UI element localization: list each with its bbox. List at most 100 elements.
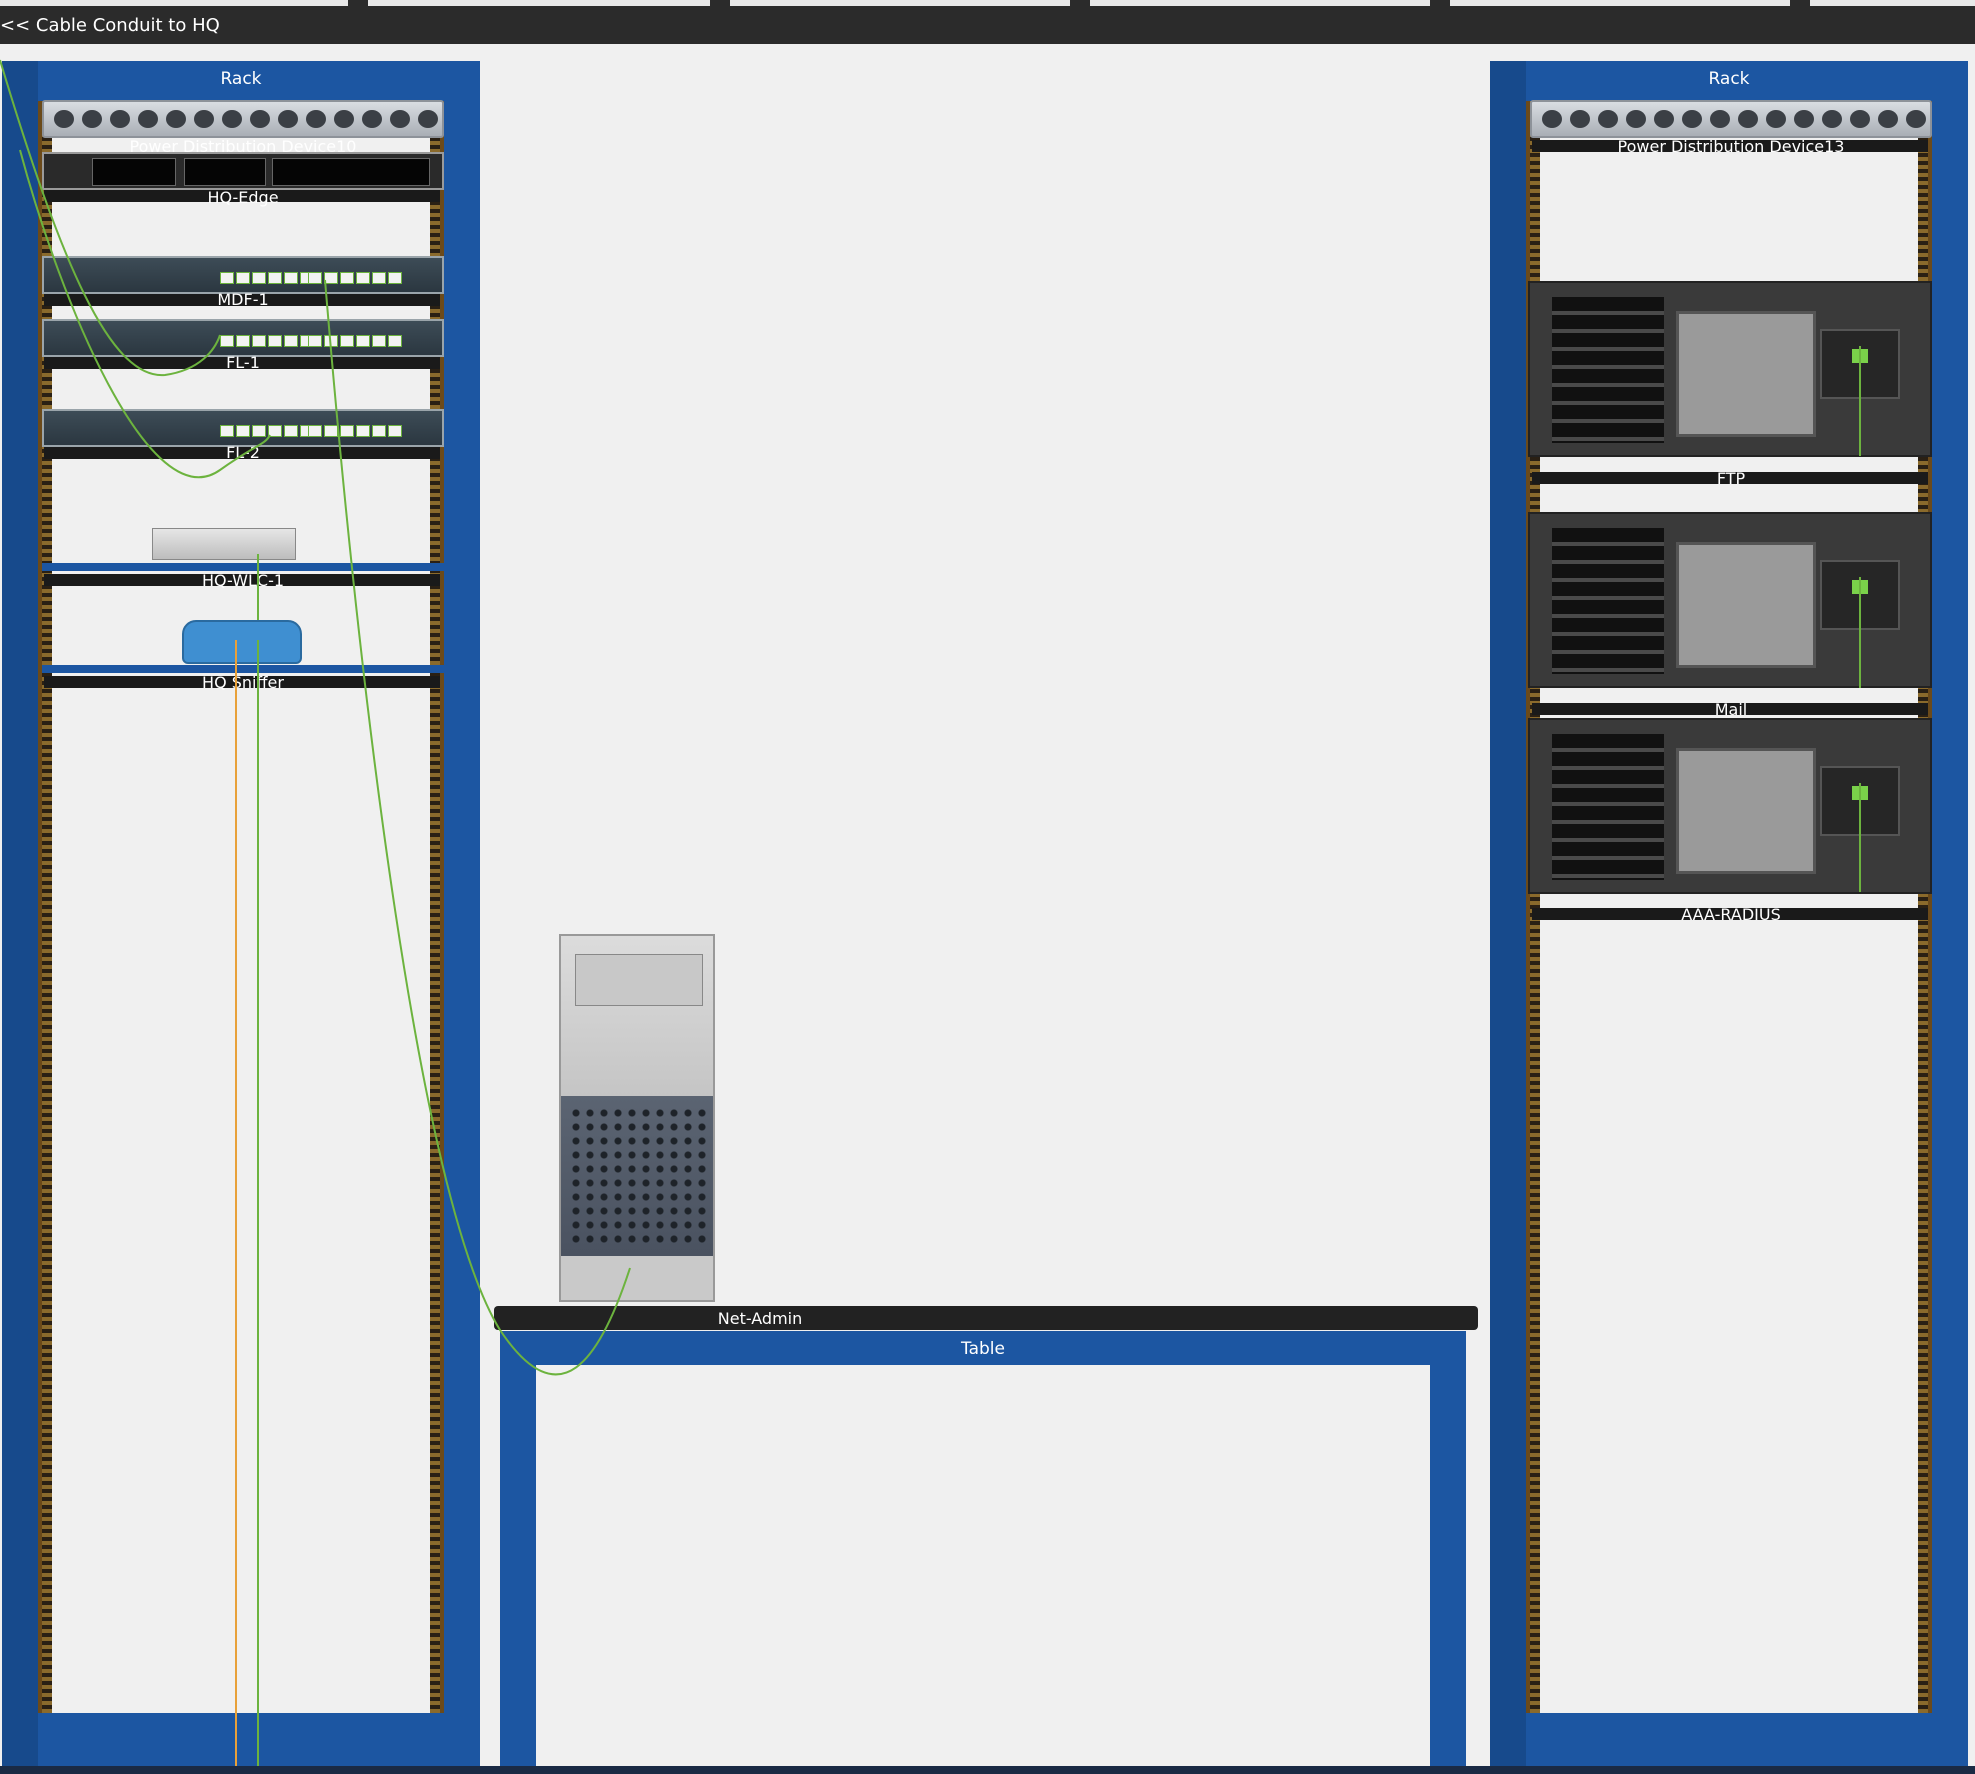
port-icon[interactable] bbox=[388, 425, 402, 437]
nic-port-icon[interactable] bbox=[1852, 349, 1868, 363]
toolbar-tab[interactable] bbox=[730, 0, 1070, 6]
port-icon[interactable] bbox=[284, 335, 298, 347]
port-icon[interactable] bbox=[236, 425, 250, 437]
router-slot bbox=[92, 158, 176, 186]
top-toolbar: << Cable Conduit to HQ bbox=[0, 0, 1975, 44]
port-icon[interactable] bbox=[308, 335, 322, 347]
hq-wlc-1-controller[interactable] bbox=[152, 528, 296, 560]
rack-shelf-bar bbox=[42, 563, 444, 571]
left-rack[interactable]: Rack bbox=[2, 61, 480, 1766]
port-icon[interactable] bbox=[220, 335, 234, 347]
port-icon[interactable] bbox=[308, 272, 322, 284]
mdf-1-switch[interactable] bbox=[42, 256, 444, 294]
port-icon[interactable] bbox=[340, 425, 354, 437]
toolbar-tab[interactable] bbox=[0, 0, 348, 6]
toolbar-tab[interactable] bbox=[368, 0, 710, 6]
port-icon[interactable] bbox=[372, 272, 386, 284]
net-admin-pc[interactable] bbox=[559, 934, 715, 1302]
port-icon[interactable] bbox=[308, 425, 322, 437]
outlet-icon bbox=[222, 110, 242, 128]
rack-title: Rack bbox=[1708, 69, 1750, 89]
pdu-device-13[interactable] bbox=[1530, 100, 1932, 138]
outlet-icon bbox=[110, 110, 130, 128]
rack-shelf-bar bbox=[42, 665, 444, 673]
outlet-icon bbox=[1654, 110, 1674, 128]
table-surface bbox=[536, 1365, 1430, 1766]
port-icon[interactable] bbox=[356, 335, 370, 347]
pdu-device-10[interactable] bbox=[42, 100, 444, 138]
outlet-icon bbox=[418, 110, 438, 128]
rack-title: Rack bbox=[220, 69, 262, 89]
outlet-icon bbox=[1710, 110, 1730, 128]
server-module bbox=[1676, 311, 1816, 437]
optical-drive bbox=[575, 954, 703, 1006]
net-admin-label: Net-Admin bbox=[717, 1309, 803, 1328]
aaa-radius-server[interactable] bbox=[1528, 718, 1932, 894]
port-icon[interactable] bbox=[356, 272, 370, 284]
outlet-icon bbox=[1542, 110, 1562, 128]
port-icon[interactable] bbox=[252, 425, 266, 437]
outlet-icon bbox=[54, 110, 74, 128]
outlet-icon bbox=[138, 110, 158, 128]
port-icon[interactable] bbox=[220, 425, 234, 437]
outlet-icon bbox=[166, 110, 186, 128]
table[interactable]: Table bbox=[500, 1331, 1466, 1766]
fl-2-switch[interactable] bbox=[42, 409, 444, 447]
port-icon[interactable] bbox=[252, 335, 266, 347]
outlet-icon bbox=[82, 110, 102, 128]
outlet-icon bbox=[194, 110, 214, 128]
outlet-icon bbox=[1850, 110, 1870, 128]
router-slot bbox=[184, 158, 266, 186]
mail-server[interactable] bbox=[1528, 512, 1932, 688]
outlet-icon bbox=[250, 110, 270, 128]
network-module bbox=[1820, 560, 1900, 630]
outlet-icon bbox=[1598, 110, 1618, 128]
toolbar-tab[interactable] bbox=[1450, 0, 1790, 6]
hq-edge-router[interactable] bbox=[42, 152, 444, 190]
port-icon[interactable] bbox=[268, 425, 282, 437]
port-icon[interactable] bbox=[284, 425, 298, 437]
port-icon[interactable] bbox=[340, 335, 354, 347]
port-icon[interactable] bbox=[268, 335, 282, 347]
table-title: Table bbox=[961, 1339, 1005, 1359]
router-slot bbox=[272, 158, 430, 186]
port-icon[interactable] bbox=[324, 335, 338, 347]
port-icon[interactable] bbox=[268, 272, 282, 284]
nic-port-icon[interactable] bbox=[1852, 580, 1868, 594]
outlet-icon bbox=[334, 110, 354, 128]
port-icon[interactable] bbox=[324, 272, 338, 284]
drive-bays bbox=[1552, 297, 1664, 443]
port-icon[interactable] bbox=[340, 272, 354, 284]
nic-port-icon[interactable] bbox=[1852, 786, 1868, 800]
outlet-icon bbox=[278, 110, 298, 128]
mdf-1-label: MDF-1 bbox=[217, 290, 269, 309]
port-icon[interactable] bbox=[236, 272, 250, 284]
port-icon[interactable] bbox=[324, 425, 338, 437]
port-icon[interactable] bbox=[372, 425, 386, 437]
port-icon[interactable] bbox=[372, 335, 386, 347]
hq-sniffer-device[interactable] bbox=[182, 620, 302, 664]
outlet-icon bbox=[1878, 110, 1898, 128]
mail-label: Mail bbox=[1714, 700, 1748, 719]
outlet-icon bbox=[1738, 110, 1758, 128]
rack-side-shade bbox=[2, 61, 38, 1766]
port-icon[interactable] bbox=[252, 272, 266, 284]
ftp-label: FTP bbox=[1716, 469, 1746, 488]
port-icon[interactable] bbox=[284, 272, 298, 284]
aaa-radius-label: AAA-RADIUS bbox=[1681, 905, 1781, 924]
outlet-icon bbox=[1570, 110, 1590, 128]
port-icon[interactable] bbox=[220, 272, 234, 284]
port-icon[interactable] bbox=[388, 272, 402, 284]
toolbar-tab[interactable] bbox=[1810, 0, 1975, 6]
fl-1-switch[interactable] bbox=[42, 319, 444, 357]
rack-side-shade bbox=[1490, 61, 1526, 1766]
outlet-icon bbox=[1822, 110, 1842, 128]
ftp-server[interactable] bbox=[1528, 281, 1932, 457]
port-icon[interactable] bbox=[356, 425, 370, 437]
port-icon[interactable] bbox=[236, 335, 250, 347]
port-icon[interactable] bbox=[388, 335, 402, 347]
back-to-conduit-link[interactable]: << Cable Conduit to HQ bbox=[0, 15, 220, 36]
case-grill bbox=[569, 1106, 709, 1246]
toolbar-tab[interactable] bbox=[1090, 0, 1430, 6]
hq-edge-label: HQ-Edge bbox=[207, 188, 279, 207]
